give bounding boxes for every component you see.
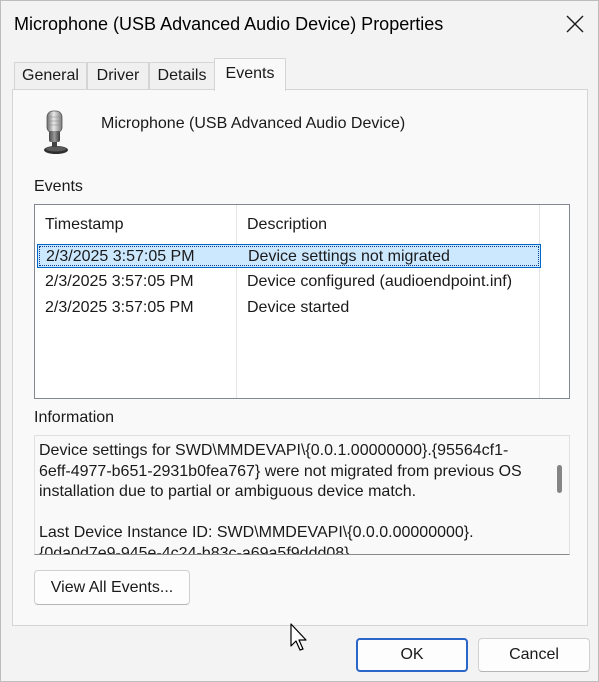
tab-events[interactable]: Events [214,58,286,91]
events-label: Events [34,178,83,195]
column-header-timestamp[interactable]: Timestamp [45,216,124,234]
event-row[interactable]: 2/3/2025 3:57:05 PM Device settings not … [37,244,541,268]
button-label: Cancel [509,646,559,663]
device-name: Microphone (USB Advanced Audio Device) [101,115,406,132]
tab-label: Events [225,65,275,82]
event-timestamp: 2/3/2025 3:57:05 PM [46,248,195,265]
event-row[interactable]: 2/3/2025 3:57:05 PM Device started [37,296,541,320]
scrollbar-thumb[interactable] [557,465,562,493]
mouse-cursor-icon [290,623,307,651]
event-timestamp: 2/3/2025 3:57:05 PM [45,273,194,290]
button-label: OK [400,646,424,663]
view-all-events-button[interactable]: View All Events... [34,570,190,605]
tab-label: Details [157,67,207,84]
close-button[interactable] [552,1,598,47]
event-description: Device settings not migrated [248,248,450,265]
ok-button[interactable]: OK [356,638,468,672]
button-label: View All Events... [50,579,174,596]
event-timestamp: 2/3/2025 3:57:05 PM [45,299,194,316]
event-row[interactable]: 2/3/2025 3:57:05 PM Device configured (a… [37,270,541,294]
tab-label: Driver [96,67,140,84]
tab-driver[interactable]: Driver [87,62,149,90]
tab-details[interactable]: Details [149,62,215,90]
cancel-button[interactable]: Cancel [478,638,590,672]
window-title: Microphone (USB Advanced Audio Device) P… [14,14,444,34]
tab-general[interactable]: General [14,62,87,90]
information-scrollbar[interactable] [549,436,569,554]
information-text: Device settings for SWD\MMDEVAPI\{0.0.1.… [39,442,522,555]
information-textbox[interactable]: Device settings for SWD\MMDEVAPI\{0.0.1.… [34,435,570,555]
tab-label: General [22,67,79,84]
properties-window: Microphone (USB Advanced Audio Device) P… [0,0,599,682]
microphone-icon [41,109,75,155]
event-description: Device started [247,299,350,316]
events-list[interactable]: Timestamp Description 2/3/2025 3:57:05 P… [34,204,570,399]
title-bar[interactable]: Microphone (USB Advanced Audio Device) P… [1,1,598,47]
event-description: Device configured (audioendpoint.inf) [247,273,513,290]
close-icon [566,15,584,33]
column-header-description[interactable]: Description [247,216,327,234]
information-label: Information [34,409,115,426]
